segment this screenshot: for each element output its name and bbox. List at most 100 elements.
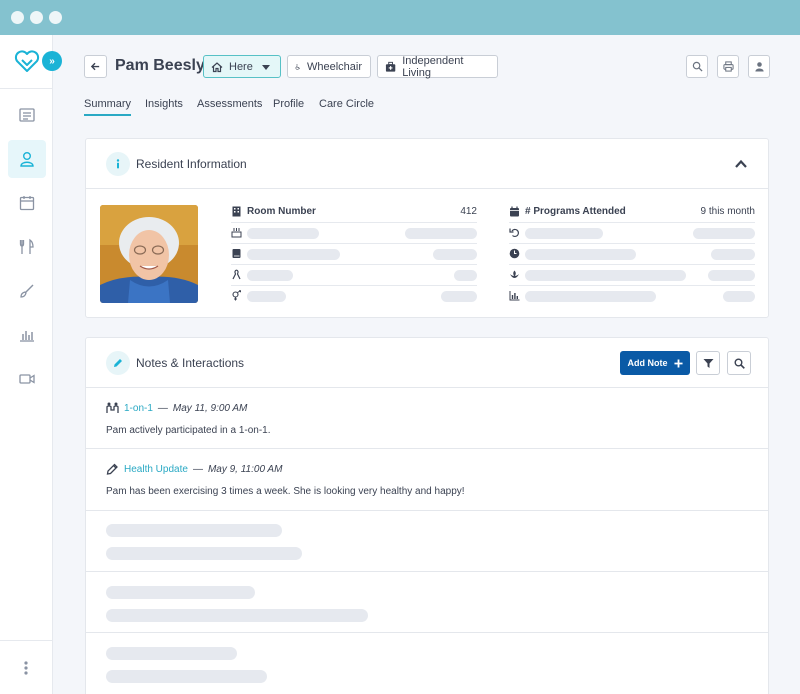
notes-card: Notes & Interactions Add Note 1-on-1 — M… (85, 337, 769, 694)
lotus-icon (510, 270, 519, 278)
window-titlebar (0, 0, 800, 35)
wheelchair-tag[interactable]: Wheelchair (287, 55, 371, 78)
note-type-link[interactable]: Health Update (124, 464, 188, 475)
notes-search-button[interactable] (727, 351, 751, 375)
room-number-value: 412 (460, 206, 477, 217)
home-icon (211, 61, 223, 72)
sidebar-item-residents[interactable] (8, 140, 46, 178)
more-vertical-icon[interactable] (22, 660, 30, 676)
user-icon (20, 152, 34, 167)
independent-living-tag[interactable]: Independent Living (377, 55, 498, 79)
sidebar-item-activities[interactable] (8, 272, 46, 310)
sidebar-divider (0, 640, 53, 641)
tab-summary[interactable]: Summary (84, 98, 132, 116)
profile-button[interactable] (748, 55, 770, 78)
clock-icon (509, 248, 520, 259)
info-row-room-number: Room Number 412 (231, 202, 477, 223)
window-minimize-dot[interactable] (30, 11, 43, 24)
note-date: May 9, 11:00 AM (207, 463, 283, 475)
tab-insights[interactable]: Insights (145, 98, 183, 110)
resident-name: Pam Beesly (115, 57, 205, 74)
placeholder-bar (454, 270, 477, 281)
placeholder-bar (106, 547, 302, 560)
search-button[interactable] (686, 55, 708, 78)
note-separator: — (192, 463, 203, 475)
placeholder-bar (525, 291, 656, 302)
plus-icon (673, 358, 683, 368)
resident-photo (100, 205, 198, 303)
utensils-icon (19, 238, 34, 254)
tab-profile[interactable]: Profile (273, 98, 304, 110)
bar-chart-icon (509, 291, 520, 301)
info-row-wellness (509, 265, 755, 286)
room-number-label: Room Number (247, 206, 316, 217)
chevron-up-icon[interactable] (734, 157, 748, 171)
pencil-icon (106, 351, 130, 375)
building-icon (232, 206, 241, 217)
sidebar-divider (0, 88, 53, 89)
sidebar: » (0, 35, 62, 694)
placeholder-bar (106, 670, 267, 683)
sidebar-item-list[interactable] (8, 96, 46, 134)
expand-sidebar-icon[interactable]: » (42, 51, 62, 71)
note-body: Pam actively participated in a 1-on-1. (106, 425, 271, 436)
placeholder-bar (247, 291, 286, 302)
resident-info-left-column: Room Number 412 (231, 202, 477, 307)
add-note-label: Add Note (627, 358, 668, 368)
filter-icon (703, 358, 713, 368)
resident-info-title: Resident Information (136, 157, 247, 171)
note-placeholder (86, 572, 768, 633)
cake-icon (231, 228, 242, 238)
note-separator: — (157, 402, 168, 414)
note-body: Pam has been exercising 3 times a week. … (106, 486, 465, 497)
search-icon (692, 61, 703, 72)
placeholder-bar (247, 228, 319, 239)
info-row-ribbon (231, 265, 477, 286)
note-item[interactable]: 1-on-1 — May 11, 9:00 AM Pam actively pa… (86, 388, 768, 449)
note-item[interactable]: Health Update — May 9, 11:00 AM Pam has … (86, 449, 768, 511)
sidebar-item-dining[interactable] (8, 228, 46, 266)
app-window: » Pam Beesly Here Wheelchair Independent… (0, 35, 800, 694)
heart-logo-icon[interactable] (14, 48, 40, 74)
person-icon (754, 62, 764, 72)
placeholder-bar (247, 270, 293, 281)
search-icon (734, 358, 745, 369)
sidebar-item-calendar[interactable] (8, 184, 46, 222)
placeholder-bar (106, 524, 282, 537)
notes-title: Notes & Interactions (136, 356, 245, 370)
people-icon (106, 402, 119, 413)
filter-button[interactable] (696, 351, 720, 375)
calendar-icon (19, 196, 35, 211)
paintbrush-icon (20, 284, 34, 298)
placeholder-bar (525, 228, 603, 239)
info-row-birthday (231, 223, 477, 244)
back-button[interactable] (84, 55, 107, 78)
tab-care-circle[interactable]: Care Circle (319, 98, 374, 110)
medical-kit-icon (385, 61, 396, 72)
sidebar-item-reports[interactable] (8, 316, 46, 354)
note-type-link[interactable]: 1-on-1 (124, 403, 153, 414)
resident-info-card: Resident Information Room Number 412 # P… (85, 138, 769, 318)
tab-assessments[interactable]: Assessments (197, 98, 262, 110)
placeholder-bar (106, 609, 368, 622)
resident-info-header[interactable]: Resident Information (86, 139, 768, 189)
placeholder-bar (106, 586, 255, 599)
gender-icon (232, 290, 241, 301)
pencil-icon (106, 463, 118, 475)
undo-icon (509, 228, 519, 238)
placeholder-bar (405, 228, 477, 239)
print-button[interactable] (717, 55, 739, 78)
info-row-programs-attended: # Programs Attended 9 this month (509, 202, 755, 223)
status-dropdown[interactable]: Here (203, 55, 281, 78)
sidebar-item-video[interactable] (8, 360, 46, 398)
placeholder-bar (106, 647, 237, 660)
add-note-button[interactable]: Add Note (620, 351, 690, 375)
note-placeholder (86, 633, 768, 694)
window-maximize-dot[interactable] (49, 11, 62, 24)
placeholder-bar (525, 249, 636, 260)
arrow-left-icon (90, 62, 100, 71)
wheelchair-icon (295, 63, 300, 70)
window-close-dot[interactable] (11, 11, 24, 24)
info-row-history (509, 223, 755, 244)
programs-attended-label: # Programs Attended (525, 206, 626, 217)
